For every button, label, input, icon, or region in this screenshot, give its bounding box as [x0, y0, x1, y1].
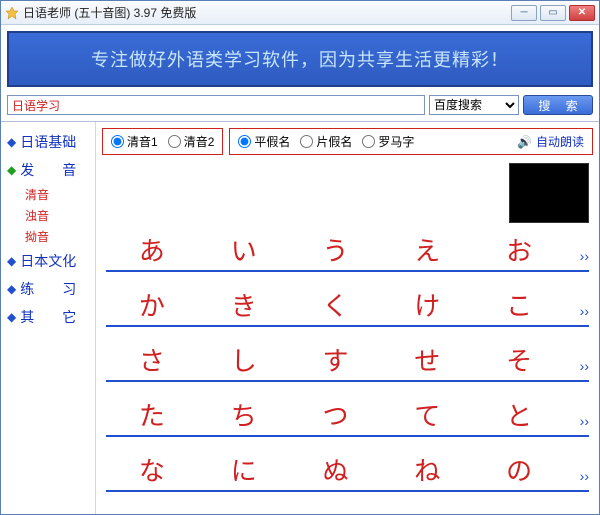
- kana-cell[interactable]: に: [198, 451, 290, 490]
- kana-cell[interactable]: の: [473, 451, 565, 490]
- sidebar: ◆ 日语基础 ◆ 发 音 清音 浊音 拗音 ◆ 日本文化 ◆ 练 习 ◆ 其 它: [1, 122, 96, 514]
- kana-row: さ し す せ そ ››: [106, 341, 589, 382]
- kana-cell[interactable]: し: [198, 341, 290, 380]
- main-panel: 清音1 清音2 平假名 片假名: [96, 122, 599, 514]
- preview-row: [102, 159, 593, 231]
- auto-read-button[interactable]: 🔊 自动朗读: [517, 133, 584, 150]
- radio-label: 罗马字: [378, 133, 414, 150]
- sidebar-item-label: 练 习: [20, 279, 76, 299]
- app-icon: [5, 6, 19, 20]
- radio-input[interactable]: [111, 135, 124, 148]
- more-button[interactable]: ››: [565, 468, 589, 490]
- sidebar-item-culture[interactable]: ◆ 日本文化: [5, 247, 91, 275]
- kana-cell[interactable]: そ: [473, 341, 565, 380]
- kana-cell[interactable]: お: [473, 231, 565, 270]
- option-group-script: 平假名 片假名 罗马字 🔊 自动朗读: [229, 128, 593, 155]
- kana-row: か き く け こ ››: [106, 286, 589, 327]
- auto-read-label: 自动朗读: [536, 133, 584, 150]
- maximize-button[interactable]: ▭: [540, 5, 566, 21]
- kana-cell[interactable]: く: [290, 286, 382, 325]
- options-row: 清音1 清音2 平假名 片假名: [102, 128, 593, 155]
- radio-seion2[interactable]: 清音2: [168, 133, 215, 150]
- kana-cell[interactable]: せ: [381, 341, 473, 380]
- radio-input[interactable]: [362, 135, 375, 148]
- radio-seion1[interactable]: 清音1: [111, 133, 158, 150]
- sidebar-item-label: 其 它: [20, 307, 76, 327]
- kana-cell[interactable]: つ: [290, 396, 382, 435]
- kana-cell[interactable]: と: [473, 396, 565, 435]
- window-buttons: ─ ▭ ✕: [511, 5, 595, 21]
- radio-label: 片假名: [316, 133, 352, 150]
- kana-cell[interactable]: け: [381, 286, 473, 325]
- more-button[interactable]: ››: [565, 303, 589, 325]
- app-window: 日语老师 (五十音图) 3.97 免费版 ─ ▭ ✕ 专注做好外语类学习软件，因…: [0, 0, 600, 515]
- option-group-sound: 清音1 清音2: [102, 128, 223, 155]
- speaker-icon: 🔊: [517, 135, 532, 149]
- more-button[interactable]: ››: [565, 413, 589, 435]
- diamond-icon: ◆: [7, 282, 16, 297]
- sidebar-sub-seion[interactable]: 清音: [5, 184, 91, 205]
- radio-katakana[interactable]: 片假名: [300, 133, 352, 150]
- search-bar: 百度搜索 搜 索: [1, 93, 599, 121]
- body: ◆ 日语基础 ◆ 发 音 清音 浊音 拗音 ◆ 日本文化 ◆ 练 习 ◆ 其 它: [1, 121, 599, 514]
- search-input[interactable]: [7, 95, 425, 115]
- more-button[interactable]: ››: [565, 248, 589, 270]
- sidebar-item-pronunciation[interactable]: ◆ 发 音: [5, 156, 91, 184]
- kana-cell[interactable]: あ: [106, 231, 198, 270]
- kana-cell[interactable]: い: [198, 231, 290, 270]
- more-button[interactable]: ››: [565, 358, 589, 380]
- diamond-icon: ◆: [7, 135, 16, 150]
- kana-cell[interactable]: す: [290, 341, 382, 380]
- radio-input[interactable]: [300, 135, 313, 148]
- kana-cell[interactable]: こ: [473, 286, 565, 325]
- kana-row: な に ぬ ね の ››: [106, 451, 589, 492]
- kana-cell[interactable]: ち: [198, 396, 290, 435]
- banner: 专注做好外语类学习软件，因为共享生活更精彩！: [7, 31, 593, 87]
- banner-text: 专注做好外语类学习软件，因为共享生活更精彩！: [91, 46, 509, 72]
- titlebar: 日语老师 (五十音图) 3.97 免费版 ─ ▭ ✕: [1, 1, 599, 25]
- window-title: 日语老师 (五十音图) 3.97 免费版: [23, 4, 511, 21]
- close-button[interactable]: ✕: [569, 5, 595, 21]
- kana-row: た ち つ て と ››: [106, 396, 589, 437]
- minimize-button[interactable]: ─: [511, 5, 537, 21]
- search-button[interactable]: 搜 索: [523, 95, 593, 115]
- radio-romaji[interactable]: 罗马字: [362, 133, 414, 150]
- sidebar-item-label: 日语基础: [20, 132, 76, 152]
- diamond-icon: ◆: [7, 310, 16, 325]
- kana-cell[interactable]: き: [198, 286, 290, 325]
- radio-hiragana[interactable]: 平假名: [238, 133, 290, 150]
- radio-input[interactable]: [168, 135, 181, 148]
- kana-cell[interactable]: て: [381, 396, 473, 435]
- stroke-preview: [509, 163, 589, 223]
- radio-label: 清音2: [184, 133, 215, 150]
- kana-cell[interactable]: か: [106, 286, 198, 325]
- sidebar-item-other[interactable]: ◆ 其 它: [5, 303, 91, 331]
- kana-cell[interactable]: た: [106, 396, 198, 435]
- sidebar-item-label: 发 音: [20, 160, 76, 180]
- kana-grid: あ い う え お ›› か き く け こ ›› さ し: [102, 231, 593, 508]
- sidebar-item-basics[interactable]: ◆ 日语基础: [5, 128, 91, 156]
- radio-label: 平假名: [254, 133, 290, 150]
- kana-cell[interactable]: え: [381, 231, 473, 270]
- sidebar-item-label: 日本文化: [20, 251, 76, 271]
- kana-cell[interactable]: う: [290, 231, 382, 270]
- sidebar-sub-youon[interactable]: 拗音: [5, 226, 91, 247]
- diamond-icon: ◆: [7, 163, 16, 178]
- radio-input[interactable]: [238, 135, 251, 148]
- search-engine-select[interactable]: 百度搜索: [429, 95, 519, 115]
- kana-row: あ い う え お ››: [106, 231, 589, 272]
- kana-cell[interactable]: な: [106, 451, 198, 490]
- kana-cell[interactable]: ぬ: [290, 451, 382, 490]
- sidebar-sub-dakuon[interactable]: 浊音: [5, 205, 91, 226]
- diamond-icon: ◆: [7, 254, 16, 269]
- kana-cell[interactable]: さ: [106, 341, 198, 380]
- radio-label: 清音1: [127, 133, 158, 150]
- sidebar-item-practice[interactable]: ◆ 练 习: [5, 275, 91, 303]
- kana-cell[interactable]: ね: [381, 451, 473, 490]
